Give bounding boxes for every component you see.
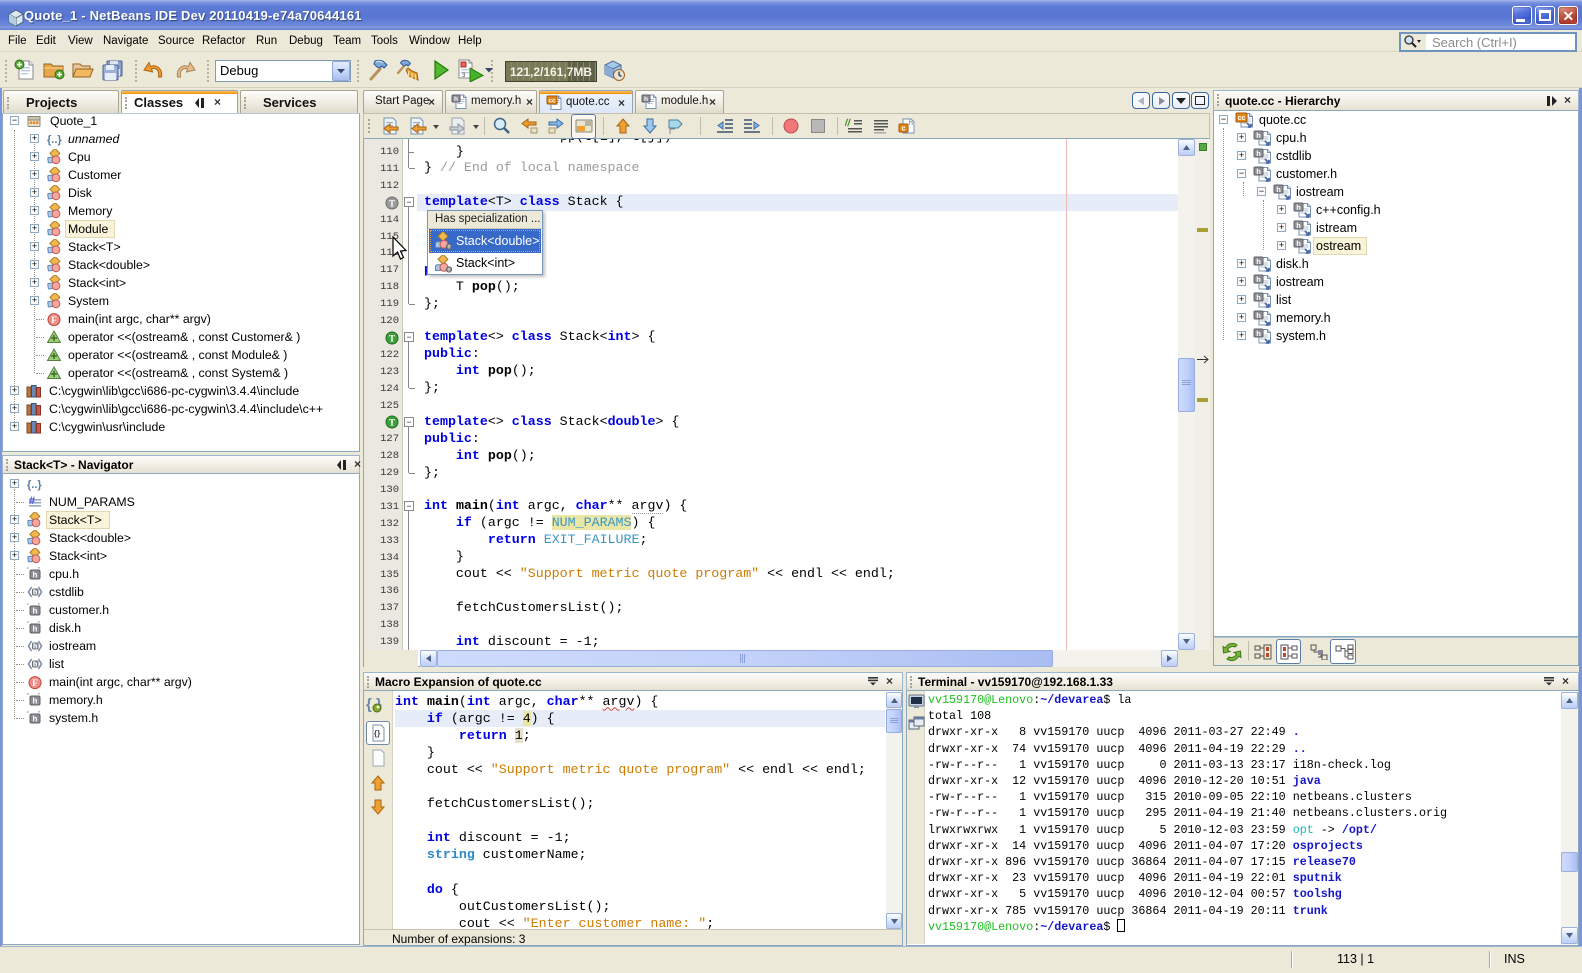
svg-text:h: h <box>1276 185 1281 194</box>
svg-text:h: h <box>33 715 38 724</box>
svg-text:h: h <box>33 625 38 634</box>
svg-text:h: h <box>1256 275 1261 284</box>
svg-text:cc: cc <box>1238 115 1246 122</box>
svg-text:T: T <box>448 245 451 250</box>
svg-text:h: h <box>1256 329 1261 338</box>
svg-text:h: h <box>1256 149 1261 158</box>
svg-text:h: h <box>1256 167 1261 176</box>
svg-text:h: h <box>1256 293 1261 302</box>
svg-text://: // <box>845 118 851 129</box>
svg-text:h: h <box>33 607 38 616</box>
svg-text:{}: {} <box>374 729 380 738</box>
svg-text:{..}: {..} <box>27 479 42 491</box>
svg-text:h: h <box>909 120 913 127</box>
svg-text:cc: cc <box>548 98 556 105</box>
svg-text:h: h <box>33 589 37 596</box>
svg-text:h: h <box>454 96 458 103</box>
svg-text:h: h <box>1296 203 1301 212</box>
svg-text:h: h <box>1256 257 1261 266</box>
svg-text:h: h <box>33 661 37 668</box>
svg-text:h: h <box>1296 239 1301 248</box>
svg-text:T: T <box>389 198 395 208</box>
svg-text:F: F <box>51 315 57 325</box>
svg-text:T: T <box>389 418 395 428</box>
svg-text:h: h <box>33 571 38 580</box>
svg-text:h: h <box>1256 131 1261 140</box>
svg-text:F: F <box>32 678 38 688</box>
svg-text:h: h <box>1256 311 1261 320</box>
svg-text:T: T <box>448 268 451 273</box>
svg-text:c: c <box>902 126 906 133</box>
svg-text:h: h <box>644 96 648 103</box>
svg-text:h: h <box>1296 221 1301 230</box>
svg-text:T: T <box>389 333 395 343</box>
svg-text:h: h <box>33 643 37 650</box>
svg-text:h: h <box>33 697 38 706</box>
svg-text:{..}: {..} <box>47 134 62 146</box>
svg-text:#: # <box>29 495 35 507</box>
